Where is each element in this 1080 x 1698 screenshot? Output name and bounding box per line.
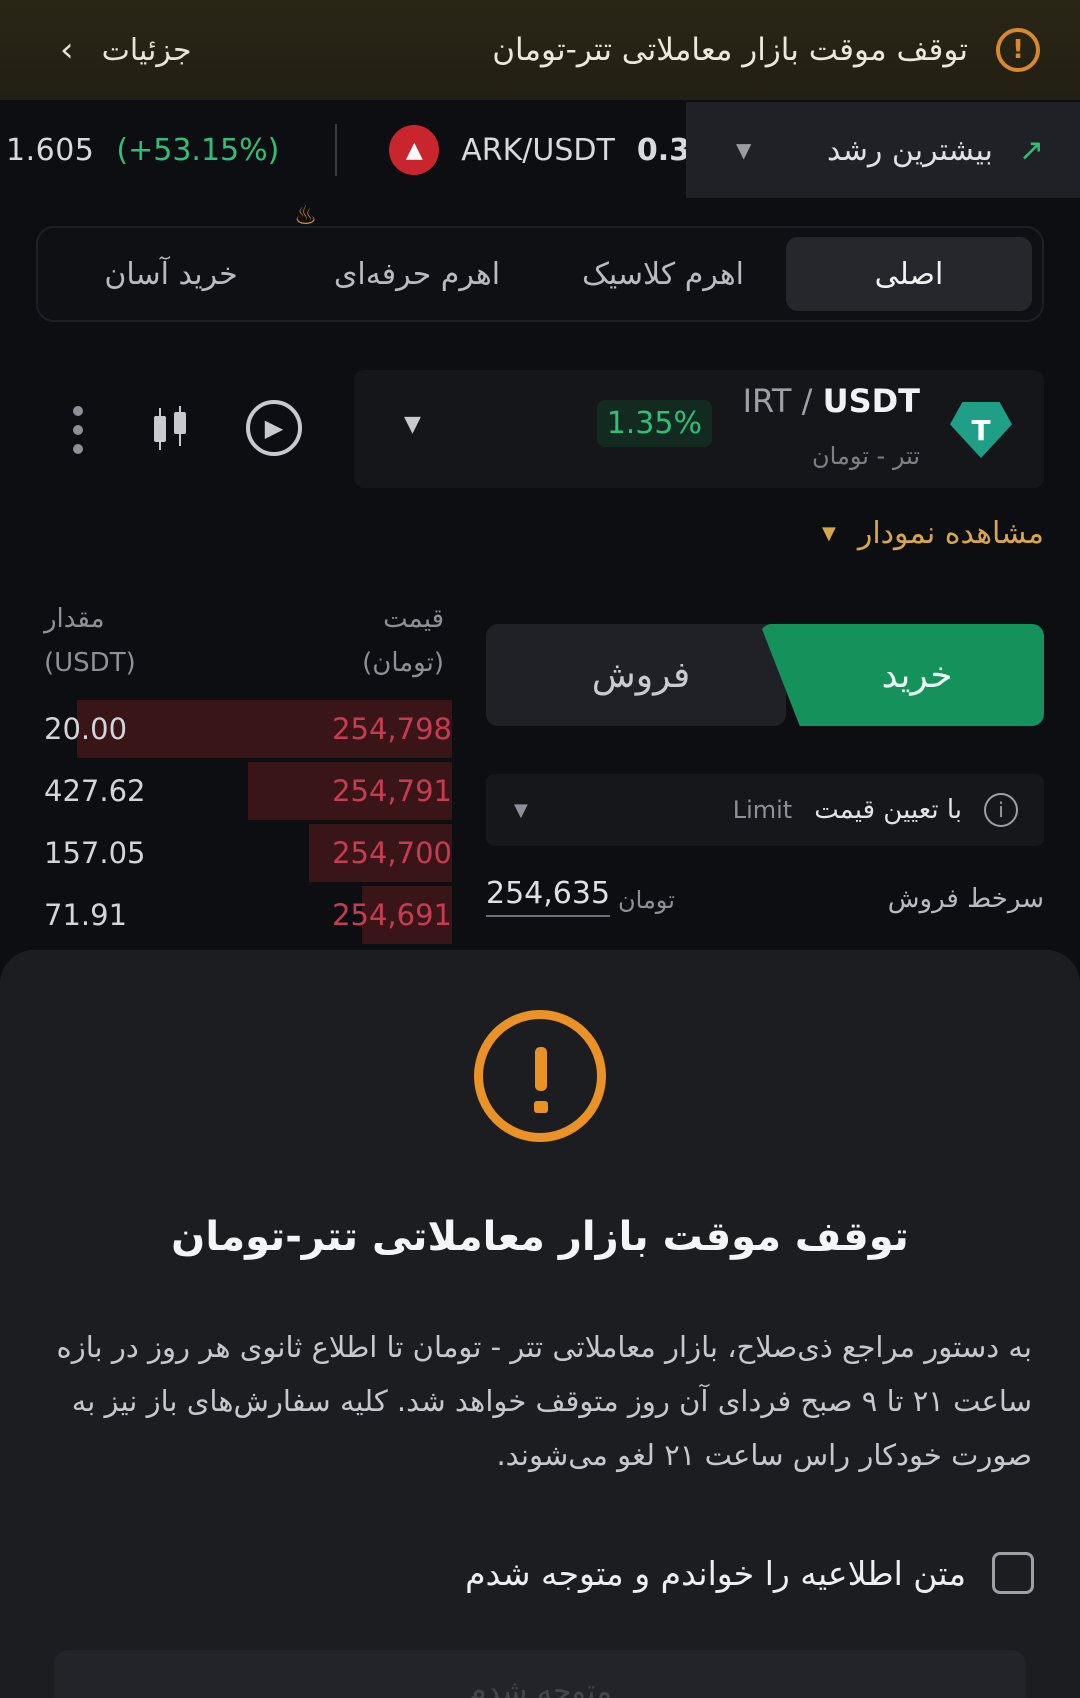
ark-coin-icon: ▲: [389, 125, 440, 175]
market-subtitle: تتر - تومان: [812, 442, 920, 470]
acknowledge-label: متن اطلاعیه را خواندم و متوجه شدم: [465, 1553, 966, 1593]
order-type-label: با تعیین قیمت: [814, 795, 962, 825]
order-type-en: Limit: [732, 796, 793, 824]
notice-bottom-sheet: توقف موقت بازار معاملاتی تتر-تومان به دس…: [0, 950, 1080, 1698]
ticker-bar: 1.605 (+53.15%) ▲ ARK/USDT 0.3 ▼ بیشترین…: [0, 102, 1080, 198]
ask-price: 254,791: [332, 774, 452, 808]
buy-tab[interactable]: خرید: [760, 624, 1044, 726]
warning-icon: !: [996, 28, 1040, 72]
order-book-row[interactable]: 20.00 254,798: [44, 698, 452, 760]
details-label: جزئیات: [101, 32, 192, 68]
sell-tab[interactable]: فروش: [486, 624, 786, 726]
ask-price: 254,798: [332, 712, 452, 746]
ticker-change: (+53.15%): [116, 132, 280, 168]
ticker-divider: [335, 124, 338, 176]
order-book: 20.00 254,798 427.62 254,791 157.05 254,…: [44, 698, 452, 946]
best-ask-unit: تومان: [618, 886, 675, 914]
ticker-pair-price: 0.3: [636, 132, 690, 168]
details-link[interactable]: ‹ جزئیات: [60, 30, 192, 70]
acknowledge-checkbox[interactable]: [992, 1552, 1034, 1594]
best-ask-label: سرخط فروش: [887, 884, 1044, 914]
best-ask-value[interactable]: 254,635: [486, 876, 611, 917]
more-vertical-icon[interactable]: [70, 406, 86, 454]
ticker-strip[interactable]: 1.605 (+53.15%) ▲ ARK/USDT 0.3: [0, 102, 690, 198]
ask-amount: 427.62: [44, 774, 146, 808]
amount-unit: (USDT): [44, 648, 136, 678]
acknowledge-row[interactable]: متن اطلاعیه را خواندم و متوجه شدم: [465, 1552, 1034, 1594]
tab-pro-leverage[interactable]: ♨ اهرم حرفه‌ای: [294, 201, 540, 311]
chevron-left-icon: ‹: [60, 30, 74, 70]
order-book-row[interactable]: 157.05 254,700: [44, 822, 452, 884]
caret-down-icon: ▼: [404, 412, 421, 437]
view-chart-label: مشاهده نمودار: [857, 516, 1044, 551]
order-book-row[interactable]: 427.62 254,791: [44, 760, 452, 822]
tether-icon: T: [950, 402, 1012, 458]
candlestick-icon[interactable]: [150, 406, 190, 452]
ask-amount: 71.91: [44, 898, 128, 932]
trade-mode-tabs: اصلی اهرم کلاسیک ♨ اهرم حرفه‌ای خرید آسا…: [36, 201, 1044, 322]
pair-separator: /: [801, 382, 813, 420]
view-chart-toggle[interactable]: مشاهده نمودار ▼: [822, 516, 1044, 551]
ticker-price: 1.605: [6, 132, 95, 168]
quote-currency: IRT: [742, 382, 792, 420]
banner-title: توقف موقت بازار معاملاتی تتر-تومان: [492, 32, 968, 68]
notice-body: به دستور مراجع ذی‌صلاح، بازار معاملاتی ت…: [56, 1330, 1032, 1472]
order-type-select[interactable]: ▼ Limit با تعیین قیمت i: [486, 774, 1044, 846]
tab-easy-buy[interactable]: خرید آسان: [48, 237, 294, 311]
change-badge: 1.35%: [596, 400, 712, 447]
amount-header: مقدار: [44, 604, 105, 634]
market-selector[interactable]: T IRT / USDT تتر - تومان 1.35% ▼: [354, 370, 1044, 488]
caret-down-icon: ▼: [514, 799, 528, 821]
maintenance-banner: ‹ جزئیات توقف موقت بازار معاملاتی تتر-تو…: [0, 0, 1080, 100]
notice-title: توقف موقت بازار معاملاتی تتر-تومان: [171, 1214, 909, 1260]
price-header: قیمت: [383, 604, 444, 634]
fire-icon: ♨: [294, 201, 318, 231]
ask-price: 254,700: [332, 836, 452, 870]
top-gainers-dropdown[interactable]: ▼ بیشترین رشد ↗: [686, 102, 1080, 198]
top-gainers-label: بیشترین رشد: [826, 132, 993, 168]
tab-classic-leverage[interactable]: اهرم کلاسیک: [540, 237, 786, 311]
info-icon[interactable]: i: [984, 793, 1018, 827]
buy-sell-tabs: فروش خرید: [486, 624, 1044, 726]
confirm-button[interactable]: متوجه شدم: [54, 1650, 1026, 1698]
trending-up-icon: ↗: [1018, 132, 1044, 168]
caret-down-icon: ▼: [821, 523, 836, 544]
ticker-pair: ARK/USDT: [461, 132, 615, 168]
best-ask-row: سرخط فروش تومان 254,635: [486, 876, 1044, 928]
play-icon[interactable]: ▶: [246, 400, 302, 456]
price-unit: (تومان): [362, 648, 444, 678]
warning-icon: [474, 1010, 606, 1142]
ask-amount: 157.05: [44, 836, 146, 870]
market-header: T IRT / USDT تتر - تومان 1.35% ▼ ▶: [0, 370, 1080, 488]
ask-price: 254,691: [332, 898, 452, 932]
tab-main[interactable]: اصلی: [786, 237, 1032, 311]
market-pair: IRT / USDT: [743, 382, 920, 420]
ask-amount: 20.00: [44, 712, 128, 746]
caret-down-icon: ▼: [736, 138, 752, 162]
base-currency: USDT: [822, 382, 920, 420]
tab-pro-leverage-label: اهرم حرفه‌ای: [333, 256, 501, 292]
order-book-row[interactable]: 71.91 254,691: [44, 884, 452, 946]
